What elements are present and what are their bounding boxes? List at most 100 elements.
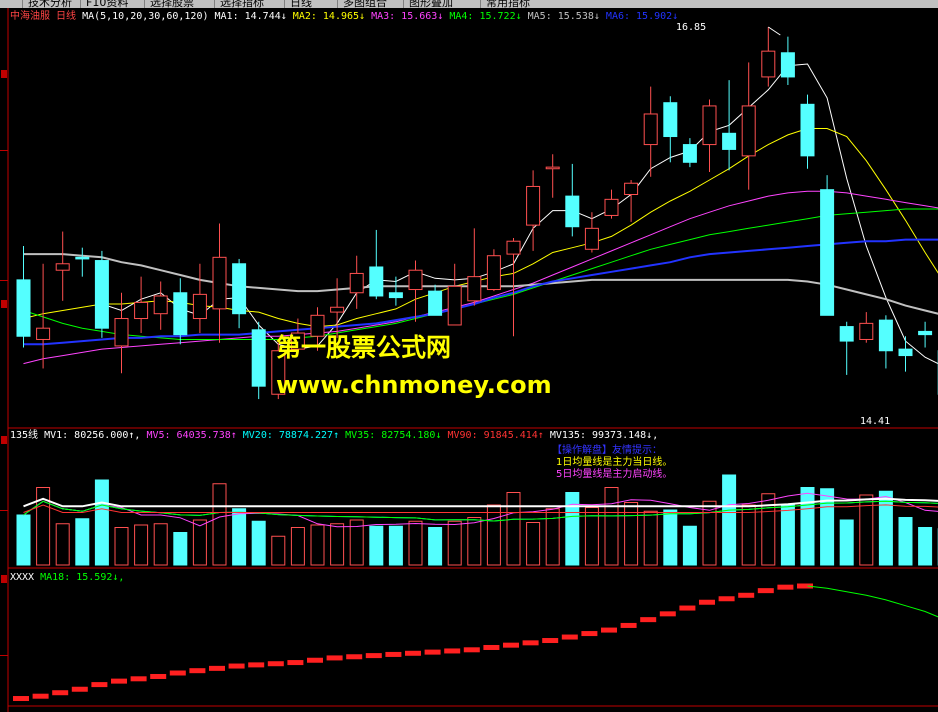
mv-readout-1: MV5: 64035.738↑ bbox=[140, 430, 237, 441]
candle bbox=[486, 255, 501, 291]
indicator-step bbox=[659, 611, 676, 617]
volume-bar bbox=[330, 523, 345, 566]
low-price-label: 14.41 bbox=[860, 416, 891, 427]
indicator-step bbox=[542, 638, 559, 644]
price-panel-header: 中海油服 日线 MA(5,10,20,30,60,120) MA1: 14.74… bbox=[10, 11, 678, 23]
volume-bar bbox=[682, 525, 697, 566]
operation-note: 【操作解盘】友情提示： 1日均量线是主力当日线。 5日均量线是主力启动线。 bbox=[552, 445, 672, 481]
candle bbox=[761, 50, 776, 78]
candle bbox=[55, 263, 70, 271]
indicator-step bbox=[561, 634, 578, 640]
indicator-step bbox=[718, 596, 735, 602]
indicator-step bbox=[91, 682, 108, 688]
candle bbox=[663, 102, 678, 138]
volume-bar bbox=[800, 487, 815, 566]
indicator-step bbox=[32, 693, 49, 699]
volume-bar bbox=[192, 519, 207, 566]
indicator-step bbox=[71, 686, 88, 692]
candle bbox=[388, 292, 403, 299]
mv-readout-5: MV135: 99373.148↓, bbox=[543, 430, 659, 441]
candle bbox=[36, 327, 51, 340]
ma-readout-3: MA3: 15.663↓ bbox=[365, 11, 444, 22]
indicator-step bbox=[287, 660, 304, 666]
candle bbox=[153, 295, 168, 315]
candle bbox=[369, 266, 384, 297]
note-line-0: 【操作解盘】友情提示： bbox=[552, 445, 662, 456]
indicator-step bbox=[522, 640, 539, 646]
mv-readout-0: MV1: 80256.000↑, bbox=[38, 430, 141, 441]
volume-bar bbox=[153, 523, 168, 566]
volume-bar bbox=[251, 520, 266, 566]
volume-bar bbox=[55, 523, 70, 566]
chart-canvas[interactable] bbox=[0, 0, 938, 712]
high-price-label: 16.85 bbox=[676, 22, 707, 33]
indicator-step bbox=[699, 599, 715, 605]
indicator-step bbox=[601, 627, 617, 633]
volume-bar bbox=[526, 522, 541, 566]
indicator-step bbox=[503, 642, 519, 648]
indicator-step bbox=[326, 655, 343, 661]
indicator-step bbox=[738, 592, 755, 598]
candle bbox=[192, 293, 207, 320]
candle bbox=[898, 348, 913, 357]
ma-readout-4: MA4: 15.722↓ bbox=[443, 11, 522, 22]
indicator-step bbox=[640, 617, 657, 623]
candle bbox=[839, 326, 854, 342]
ma-readout-6: MA6: 15.902↓ bbox=[599, 11, 679, 22]
volume-bar bbox=[134, 524, 149, 566]
volume-bar bbox=[447, 520, 462, 566]
volume-bar bbox=[702, 500, 717, 566]
candle bbox=[212, 256, 227, 310]
indicator-step bbox=[365, 653, 382, 659]
indicator-step bbox=[483, 644, 500, 650]
volume-bar bbox=[565, 492, 580, 566]
candle bbox=[330, 306, 345, 313]
candle bbox=[232, 263, 247, 315]
high-marker bbox=[768, 26, 781, 36]
volume-bar bbox=[663, 509, 678, 566]
indicator-step bbox=[620, 622, 637, 628]
candle bbox=[918, 330, 933, 336]
ma-readouts: MA1: 14.744↓ MA2: 14.965↓ MA3: 15.663↓ M… bbox=[209, 11, 679, 22]
candle bbox=[526, 185, 541, 226]
indicator-step bbox=[777, 584, 794, 590]
indicator-step bbox=[346, 654, 363, 660]
volume-bar bbox=[173, 532, 188, 566]
period-label: 日线 bbox=[56, 11, 77, 22]
candle bbox=[134, 301, 149, 320]
volume-bar bbox=[94, 479, 109, 566]
indicator-ma18-line bbox=[807, 585, 938, 618]
candle bbox=[702, 105, 717, 146]
indicator-step bbox=[52, 690, 69, 696]
ma-readout-2: MA2: 14.965↓ bbox=[286, 11, 366, 22]
volume-bar bbox=[780, 504, 795, 566]
candle bbox=[800, 103, 815, 157]
indicator-step bbox=[405, 650, 421, 656]
mv-readout-4: MV90: 91845.414↑ bbox=[441, 430, 544, 441]
indicator-step bbox=[267, 661, 284, 667]
volume-bar bbox=[114, 527, 129, 566]
mv-readout-3: MV35: 82754.180↓ bbox=[339, 430, 442, 441]
volume-bar bbox=[388, 525, 403, 566]
volume-bar bbox=[75, 518, 90, 566]
note-line-2: 5日均量线是主力启动线。 bbox=[556, 469, 673, 480]
volume-bar bbox=[918, 527, 933, 566]
volume-bar bbox=[839, 519, 854, 566]
candle bbox=[545, 166, 560, 170]
indicator-step bbox=[130, 676, 147, 682]
candle bbox=[584, 227, 599, 250]
candle bbox=[624, 182, 639, 196]
indicator-step bbox=[111, 678, 127, 684]
indicator-step bbox=[189, 668, 206, 674]
indicator-step bbox=[757, 588, 774, 594]
candle bbox=[780, 52, 795, 78]
indicator-step bbox=[307, 657, 323, 663]
candle bbox=[604, 198, 619, 216]
volume-bar bbox=[722, 474, 737, 566]
volume-bar bbox=[290, 527, 305, 566]
volume-panel-header: 135线 MV1: 80256.000↑, MV5: 64035.738↑ MV… bbox=[10, 430, 658, 442]
candle bbox=[741, 105, 756, 157]
volume-bar bbox=[467, 517, 482, 566]
indicator-step bbox=[463, 647, 480, 653]
candle bbox=[878, 319, 893, 352]
